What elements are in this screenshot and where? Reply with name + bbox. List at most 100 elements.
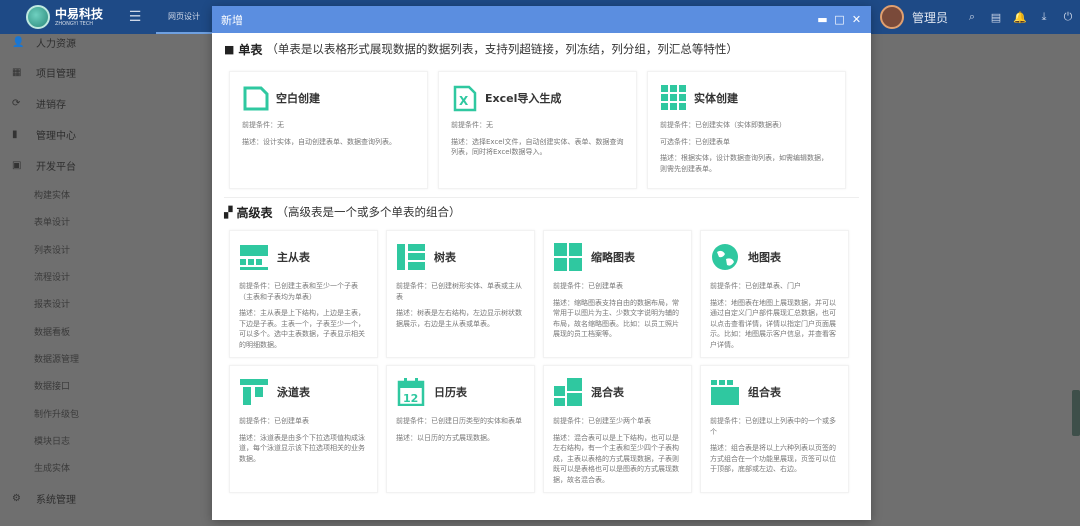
sidebar-item-project[interactable]: ▦ 项目管理 — [0, 57, 212, 88]
excel-icon: X — [451, 84, 479, 112]
sidebar-item-label: 人力资源 — [36, 38, 76, 50]
card-title: 主从表 — [277, 251, 310, 264]
card-description: 描述：主从表是上下结构，上边是主表，下边是子表。主表一个，子表至少一个，可以多个… — [239, 309, 365, 349]
logo-title: 中易科技 — [55, 6, 104, 21]
settings-icon: ⚙ — [12, 493, 21, 505]
chart-icon: ▮ — [12, 129, 18, 140]
sidebar-item-label: 项目管理 — [36, 69, 76, 80]
card-thumbnail-table[interactable]: 缩略图表 前提条件：已创建单表 描述：缩略图表支持自由的数据布局，常常用于以图片… — [543, 230, 692, 358]
search-icon[interactable]: ⌕ — [960, 10, 984, 24]
logo[interactable]: 中易科技 ZHONGYI TECH — [0, 5, 120, 29]
table-grid-icon — [660, 84, 688, 112]
advanced-table-section-title: ▞ 高级表 （高级表是一个或多个单表的组合） — [224, 202, 859, 222]
sidebar-item-system[interactable]: ⚙ 系统管理 — [0, 483, 212, 514]
card-title: 地图表 — [748, 251, 781, 264]
card-condition: 前提条件：已创建单表 — [239, 417, 309, 425]
combo-table-icon — [710, 377, 740, 407]
card-title: 日历表 — [434, 386, 467, 399]
card-condition: 前提条件：已创建树形实体、单表或主从表 — [396, 282, 522, 301]
card-mixed-table[interactable]: 混合表 前提条件：已创建至少两个单表 描述：混合表可以是上下结构，也可以是左右结… — [543, 365, 692, 493]
sidebar-subitem[interactable]: 报表设计 — [0, 290, 212, 317]
card-map-table[interactable]: 地图表 前提条件：已创建单表、门户 描述：地图表在地图上展现数据，并可以通过自定… — [700, 230, 849, 358]
avatar[interactable] — [879, 5, 904, 29]
card-description: 描述：组合表是将以上六种列表以页签的方式组合在一个功能里展现，页签可以位于顶部，… — [710, 444, 836, 473]
close-icon[interactable]: ✕ — [848, 13, 865, 26]
svg-text:12: 12 — [403, 392, 418, 405]
card-description: 描述：树表是左右结构，左边显示树状数据展示，右边是主从表或单表。 — [396, 309, 522, 328]
card-swimlane-table[interactable]: 泳道表 前提条件：已创建单表 描述：泳道表是由多个下拉选项值构成泳道，每个泳道显… — [229, 365, 378, 493]
section-name: 单表 — [238, 42, 263, 57]
card-title: 树表 — [434, 251, 456, 264]
card-entity-create[interactable]: 实体创建 前提条件：已创建实体（实体即数据表） 可选条件：已创建表单 描述：根据… — [647, 71, 846, 189]
calendar-12-icon: 12 — [396, 377, 426, 407]
card-title: 缩略图表 — [591, 251, 635, 264]
card-tree-table[interactable]: 树表 前提条件：已创建树形实体、单表或主从表 描述：树表是左右结构，左边显示树状… — [386, 230, 535, 358]
swimlane-icon — [239, 377, 269, 407]
card-title: 空白创建 — [276, 92, 320, 105]
blocks-bullet-icon: ▞ — [224, 205, 233, 219]
new-dialog: 新增 ▬ □ ✕ ■ 单表 （单表是以表格形式展现数据的数据列表，支持列超链接，… — [212, 6, 871, 520]
sidebar-subitem[interactable]: 制作升级包 — [0, 399, 212, 426]
master-detail-icon — [239, 242, 269, 272]
card-title: 实体创建 — [694, 92, 738, 105]
card-master-detail[interactable]: 主从表 前提条件：已创建主表和至少一个子表（主表和子表均为单表） 描述：主从表是… — [229, 230, 378, 358]
blank-doc-icon — [242, 84, 270, 112]
card-title: 混合表 — [591, 386, 624, 399]
card-description: 描述：根据实体，设计数据查询列表，如需编辑数据，则需先创建表单。 — [660, 154, 828, 173]
maximize-icon[interactable]: □ — [831, 13, 848, 26]
svg-text:X: X — [459, 94, 469, 108]
tree-table-icon — [396, 242, 426, 272]
thumbnail-icon — [553, 242, 583, 272]
sidebar-subitem[interactable]: 生成实体 — [0, 454, 212, 481]
grid-icon: ▣ — [12, 160, 22, 171]
sidebar-subitem[interactable]: 模块日志 — [0, 427, 212, 454]
hamburger-menu-icon[interactable]: ☰ — [120, 9, 150, 25]
sidebar-subitem[interactable]: 流程设计 — [0, 263, 212, 290]
card-condition: 前提条件：已创建单表 — [553, 282, 623, 290]
card-excel-import[interactable]: X Excel导入生成 前提条件：无 描述：选择Excel文件，自动创建实体、表… — [438, 71, 637, 189]
card-combo-table[interactable]: 组合表 前提条件：已创建以上列表中的一个或多个 描述：组合表是将以上六种列表以页… — [700, 365, 849, 493]
card-title: 组合表 — [748, 386, 781, 399]
section-desc: （高级表是一个或多个单表的组合） — [276, 205, 461, 219]
sidebar-subitem[interactable]: 表单设计 — [0, 208, 212, 235]
card-description: 描述：以日历的方式展现数据。 — [396, 433, 494, 442]
card-description: 描述：泳道表是由多个下拉选项值构成泳道，每个泳道显示该下拉选项相关的业务数据。 — [239, 433, 365, 463]
card-condition: 前提条件：已创建至少两个单表 — [553, 417, 651, 425]
sidebar: 👤 人力资源 ▦ 项目管理 ⟳ 进销存 ▮ 管理中心 ▣ 开发平台 构建实体 表… — [0, 34, 212, 526]
sidebar-item-label: 进销存 — [36, 100, 66, 111]
sidebar-subitem[interactable]: 列表设计 — [0, 236, 212, 263]
single-table-section-title: ■ 单表 （单表是以表格形式展现数据的数据列表，支持列超链接，列冻结，列分组，列… — [224, 39, 859, 59]
section-desc: （单表是以表格形式展现数据的数据列表，支持列超链接，列冻结，列分组，列汇总等特性… — [266, 42, 738, 56]
download-icon[interactable]: ⤓ — [1032, 10, 1056, 24]
sidebar-subitem[interactable]: 数据源管理 — [0, 345, 212, 372]
card-condition: 前提条件：已创建以上列表中的一个或多个 — [710, 417, 836, 436]
card-condition: 前提条件：已创建实体（实体即数据表） — [660, 121, 786, 129]
sidebar-item-inventory[interactable]: ⟳ 进销存 — [0, 88, 212, 119]
list-icon[interactable]: ▤ — [984, 11, 1008, 24]
sidebar-item-label: 开发平台 — [36, 162, 76, 173]
top-tab-web-design[interactable]: 网页设计 — [156, 0, 212, 34]
section-name: 高级表 — [236, 205, 273, 220]
sidebar-item-label: 管理中心 — [36, 131, 76, 142]
bell-icon[interactable]: 🔔 — [1008, 11, 1032, 24]
card-title: 泳道表 — [277, 386, 310, 399]
sidebar-item-mgmt[interactable]: ▮ 管理中心 — [0, 119, 212, 150]
logo-subtitle: ZHONGYI TECH — [55, 20, 94, 27]
mixed-table-icon — [553, 377, 583, 407]
scrollbar-handle[interactable] — [1072, 390, 1080, 436]
dialog-header[interactable]: 新增 ▬ □ ✕ — [212, 6, 871, 33]
sidebar-item-devplatform[interactable]: ▣ 开发平台 — [0, 150, 212, 181]
power-icon[interactable]: ⏻ — [1056, 10, 1080, 24]
minimize-icon[interactable]: ▬ — [814, 13, 831, 26]
card-blank-create[interactable]: 空白创建 前提条件：无 描述：设计实体，自动创建表单、数据查询列表。 — [229, 71, 428, 189]
sidebar-item-hr[interactable]: 👤 人力资源 — [0, 34, 212, 50]
card-calendar-table[interactable]: 12 日历表 前提条件：已创建日历类型的实体和表单 描述：以日历的方式展现数据。 — [386, 365, 535, 493]
sidebar-subitem[interactable]: 构建实体 — [0, 181, 212, 208]
card-description: 描述：地图表在地图上展现数据，并可以通过自定义门户部件展现汇总数据，也可以点击查… — [710, 298, 836, 349]
section-divider — [224, 197, 859, 198]
sidebar-subitem[interactable]: 数据接口 — [0, 372, 212, 399]
calendar-icon: ▦ — [12, 67, 22, 78]
username[interactable]: 管理员 — [912, 9, 948, 26]
sidebar-subitem[interactable]: 数据看板 — [0, 317, 212, 344]
card-description: 描述：设计实体，自动创建表单、数据查询列表。 — [242, 137, 396, 146]
